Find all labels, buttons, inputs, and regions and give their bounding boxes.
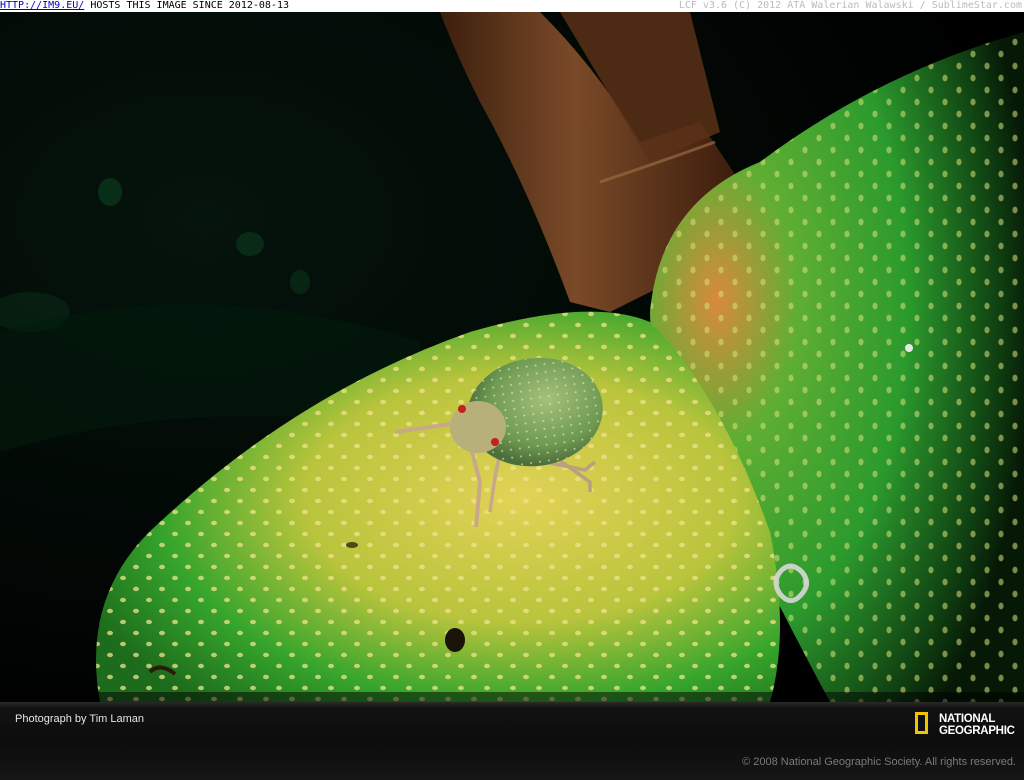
photo xyxy=(0,12,1024,702)
natgeo-wordmark: NATIONAL GEOGRAPHIC xyxy=(939,713,1015,737)
host-banner: HTTP://IM9.EU/ HOSTS THIS IMAGE SINCE 20… xyxy=(0,0,1024,12)
photo-credit: Photograph by Tim Laman xyxy=(15,713,145,725)
natgeo-logo: NATIONAL GEOGRAPHIC xyxy=(915,712,1015,742)
host-link[interactable]: HTTP://IM9.EU/ xyxy=(0,0,84,11)
host-since-text: HOSTS THIS IMAGE SINCE 2012-08-13 xyxy=(84,0,289,11)
copyright-notice: © 2008 National Geographic Society. All … xyxy=(742,756,1016,768)
yellow-frame-icon xyxy=(915,712,928,734)
lcf-credit-text: LCF v3.6 (C) 2012 ATA Walerian Walawski … xyxy=(678,0,1022,11)
caption-bar: Photograph by Tim Laman NATIONAL GEOGRAP… xyxy=(0,702,1024,780)
logo-line-national: NATIONAL xyxy=(939,713,996,725)
host-banner-left: HTTP://IM9.EU/ HOSTS THIS IMAGE SINCE 20… xyxy=(0,0,289,12)
logo-line-geographic: GEOGRAPHIC xyxy=(939,725,1015,737)
